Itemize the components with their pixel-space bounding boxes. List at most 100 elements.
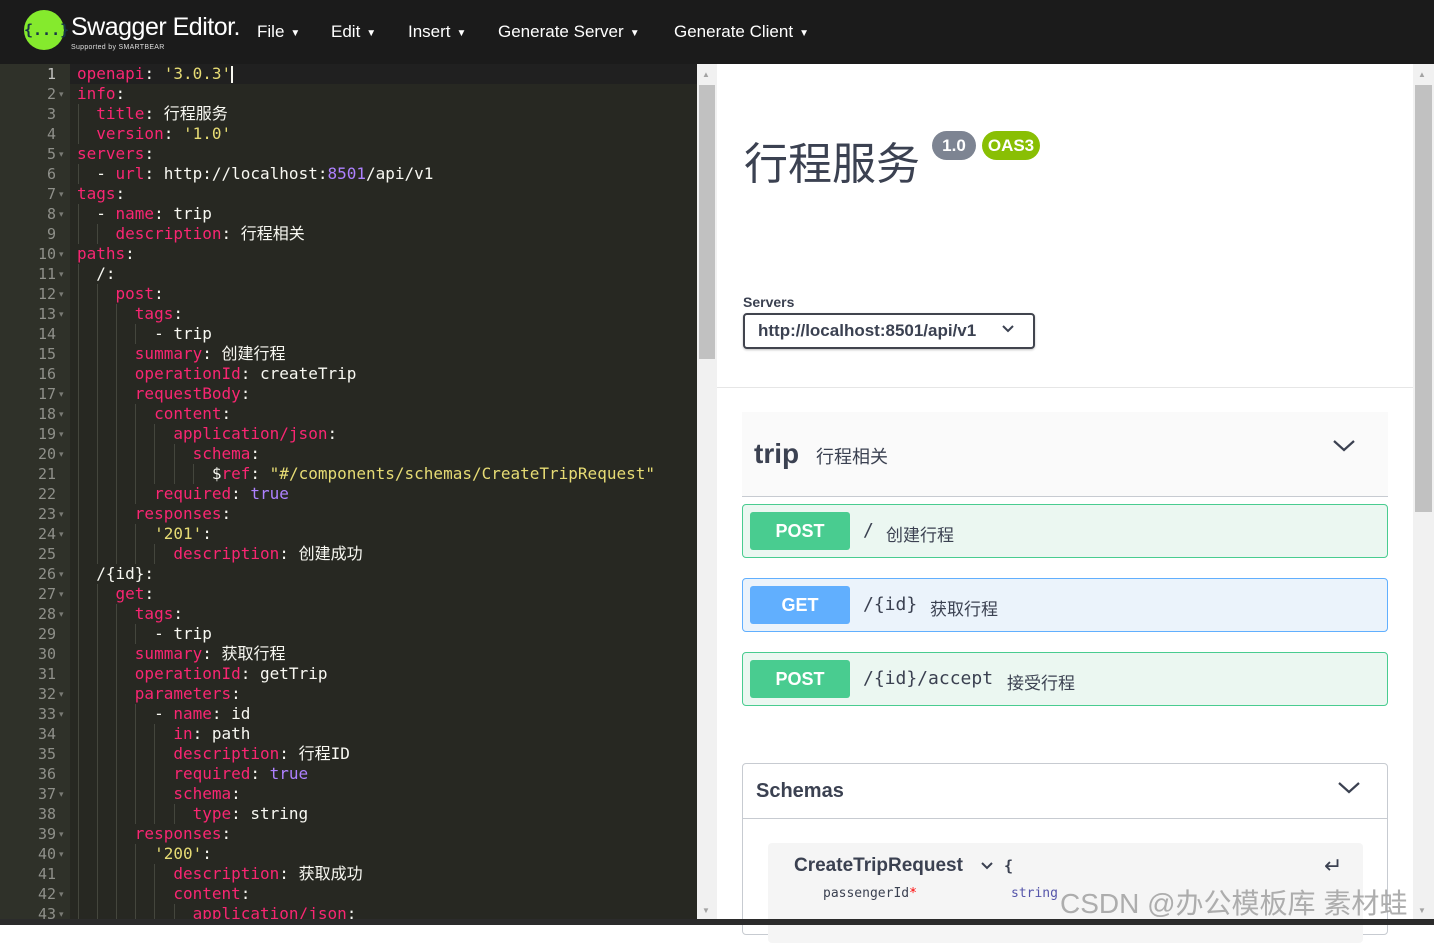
collapse-return-icon[interactable]: ↵ — [1324, 853, 1342, 879]
code-line: tags: — [77, 184, 126, 203]
fold-arrow-icon[interactable]: ▾ — [59, 604, 64, 624]
caret-down-icon: ▼ — [799, 28, 809, 39]
code-line: - url: http://localhost:8501/api/v1 — [96, 164, 434, 183]
code-line: get: — [115, 584, 155, 603]
fold-arrow-icon[interactable]: ▾ — [59, 884, 64, 904]
line-number: 25 — [37, 545, 56, 563]
line-number: 20 — [37, 445, 56, 463]
scroll-down-icon[interactable]: ▼ — [702, 906, 710, 915]
line-number: 17 — [37, 385, 56, 403]
code-line: '201': — [154, 524, 212, 543]
code-line: openapi: '3.0.3' — [77, 64, 232, 83]
line-number: 33 — [37, 705, 56, 723]
editor-scroll-thumb[interactable] — [699, 85, 715, 359]
brand-subtitle: Supported by SMARTBEAR — [71, 44, 165, 51]
caret-down-icon: ▼ — [629, 28, 640, 39]
fold-arrow-icon[interactable]: ▾ — [59, 84, 64, 104]
code-line: description: 行程相关 — [115, 224, 305, 243]
scroll-up-icon[interactable]: ▲ — [702, 70, 710, 79]
line-number: 42 — [37, 885, 56, 903]
code-line: version: '1.0' — [96, 124, 232, 143]
fold-arrow-icon[interactable]: ▾ — [59, 444, 64, 464]
watermark-text: CSDN @办公模板库 素材蛙 — [1060, 888, 1408, 919]
code-line: required: true — [154, 484, 289, 503]
fold-arrow-icon[interactable]: ▾ — [59, 704, 64, 724]
menu-insert[interactable]: Insert ▼ — [408, 22, 466, 42]
operation-post-root[interactable]: POST / 创建行程 — [742, 504, 1388, 558]
fold-arrow-icon[interactable]: ▾ — [59, 784, 64, 804]
property-name: passengerId* — [823, 886, 917, 901]
server-selected-value: http://localhost:8501/api/v1 — [758, 321, 977, 340]
fold-arrow-icon[interactable]: ▾ — [59, 564, 64, 584]
scroll-up-icon[interactable]: ▲ — [1418, 70, 1426, 79]
menu-generate-client[interactable]: Generate Client ▼ — [674, 22, 809, 42]
fold-arrow-icon[interactable]: ▾ — [59, 264, 64, 284]
line-number: 5 — [46, 145, 56, 163]
fold-arrow-icon[interactable]: ▾ — [59, 384, 64, 404]
code-line: paths: — [77, 244, 135, 263]
version-badge: 1.0 — [932, 131, 976, 160]
chevron-down-icon[interactable] — [1337, 779, 1361, 800]
code-editor[interactable]: 1 2 ▾ 3 4 5 ▾ 6 7 ▾ 8 ▾ 9 10 ▾ 11 ▾ 12 ▾ 13 ▾ 14 15 16 17 ▾ 18 ▾ 19 ▾… — [0, 64, 697, 919]
model-name[interactable]: CreateTripRequest — [794, 855, 963, 877]
editor-scrollbar[interactable]: ▲ ▼ — [697, 64, 717, 919]
schemas-header[interactable]: Schemas — [743, 764, 1387, 819]
line-number: 13 — [37, 305, 56, 323]
operation-summary: 获取行程 — [930, 600, 998, 619]
fold-arrow-icon[interactable]: ▾ — [59, 204, 64, 224]
operation-summary: 创建行程 — [886, 526, 954, 545]
fold-arrow-icon[interactable]: ▾ — [59, 584, 64, 604]
chevron-down-icon[interactable] — [1332, 437, 1356, 458]
top-bar: {...} Swagger Editor. Supported by SMART… — [0, 0, 1434, 64]
line-number: 2 — [46, 85, 56, 103]
tag-description: 行程相关 — [816, 447, 888, 467]
line-number: 16 — [37, 365, 56, 383]
operation-get-id[interactable]: GET /{id} 获取行程 — [742, 578, 1388, 632]
brand-name: Swagger Editor. — [71, 13, 241, 41]
fold-arrow-icon[interactable]: ▾ — [59, 424, 64, 444]
scroll-down-icon[interactable]: ▼ — [1418, 906, 1426, 915]
chevron-down-icon[interactable] — [981, 859, 993, 873]
line-number: 12 — [37, 285, 56, 303]
line-number: 22 — [37, 485, 56, 503]
line-number: 3 — [46, 105, 56, 123]
servers-select[interactable]: http://localhost:8501/api/v1 — [743, 313, 1035, 349]
fold-arrow-icon[interactable]: ▾ — [59, 304, 64, 324]
code-line: parameters: — [134, 684, 241, 703]
fold-arrow-icon[interactable]: ▾ — [59, 284, 64, 304]
line-number: 32 — [37, 685, 56, 703]
fold-arrow-icon[interactable]: ▾ — [59, 684, 64, 704]
menu-generate-server[interactable]: Generate Server ▼ — [498, 22, 640, 42]
menu-file[interactable]: File ▼ — [257, 22, 300, 42]
line-number: 8 — [46, 205, 56, 223]
servers-label: Servers — [743, 294, 795, 310]
menu-edit[interactable]: Edit ▼ — [331, 22, 376, 42]
line-number-gutter: 1 2 ▾ 3 4 5 ▾ 6 7 ▾ 8 ▾ 9 10 ▾ 11 ▾ 12 ▾ 13 ▾ 14 15 16 17 ▾ 18 ▾ 19 ▾… — [0, 64, 70, 919]
line-number: 34 — [37, 725, 56, 743]
method-badge: POST — [750, 660, 850, 698]
line-number: 39 — [37, 825, 56, 843]
fold-arrow-icon[interactable]: ▾ — [59, 824, 64, 844]
preview-scroll-thumb[interactable] — [1415, 85, 1432, 512]
line-number: 14 — [37, 325, 56, 343]
fold-arrow-icon[interactable]: ▾ — [59, 904, 64, 919]
line-number: 28 — [37, 605, 56, 623]
line-number: 27 — [37, 585, 56, 603]
code-line: schema: — [192, 444, 261, 463]
preview-scrollbar[interactable]: ▲ ▼ — [1413, 64, 1434, 919]
operation-post-accept[interactable]: POST /{id}/accept 接受行程 — [742, 652, 1388, 706]
fold-arrow-icon[interactable]: ▾ — [59, 184, 64, 204]
fold-arrow-icon[interactable]: ▾ — [59, 524, 64, 544]
line-number: 15 — [37, 345, 56, 363]
fold-arrow-icon[interactable]: ▾ — [59, 244, 64, 264]
fold-arrow-icon[interactable]: ▾ — [59, 144, 64, 164]
line-number: 21 — [37, 465, 56, 483]
fold-arrow-icon[interactable]: ▾ — [59, 504, 64, 524]
fold-arrow-icon[interactable]: ▾ — [59, 404, 64, 424]
fold-arrow-icon[interactable]: ▾ — [59, 844, 64, 864]
code-line: application/json: — [173, 424, 338, 443]
line-number: 41 — [37, 865, 56, 883]
tag-section-trip[interactable]: trip 行程相关 — [742, 412, 1388, 497]
tag-name: trip — [754, 438, 800, 469]
line-number: 11 — [37, 265, 56, 283]
